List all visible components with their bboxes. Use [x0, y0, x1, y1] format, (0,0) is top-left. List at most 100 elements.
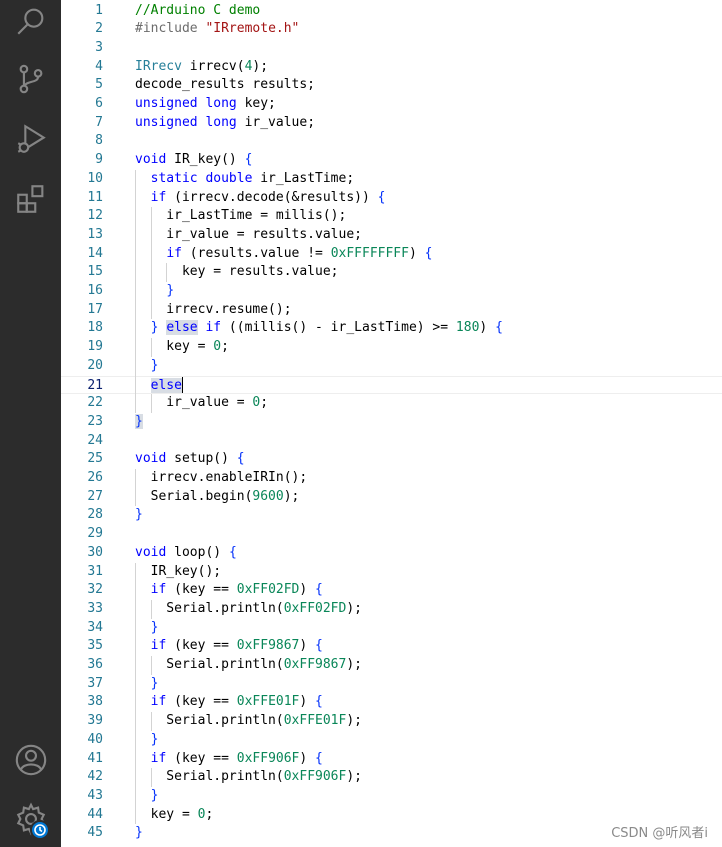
- code-token: else: [150, 377, 182, 393]
- code-line[interactable]: 3: [61, 39, 722, 58]
- code-line[interactable]: 26 irrecv.enableIRIn();: [61, 469, 722, 488]
- code-text: }: [135, 357, 159, 376]
- code-line[interactable]: 9 void IR_key() {: [61, 151, 722, 170]
- code-line[interactable]: 11 if (irrecv.decode(&results)) {: [61, 189, 722, 208]
- code-text: IR_key();: [135, 563, 221, 582]
- line-number: 24: [87, 432, 103, 448]
- code-token: 0xFFE01F: [283, 713, 347, 729]
- code-token: void: [135, 544, 167, 560]
- code-line[interactable]: 2 #include "IRremote.h": [61, 20, 722, 39]
- code-line[interactable]: 35 if (key == 0xFF9867) {: [61, 637, 722, 656]
- code-line[interactable]: 15 key = results.value;: [61, 263, 722, 282]
- code-text: Serial.println(0xFF02FD);: [135, 600, 362, 619]
- line-number: 36: [87, 657, 103, 672]
- code-token: ): [299, 694, 316, 710]
- code-line[interactable]: 39 Serial.println(0xFFE01F);: [61, 712, 722, 731]
- code-editor[interactable]: 1 //Arduino C demo 2 #include "IRremote.h" 3…: [61, 0, 722, 847]
- source-control-icon[interactable]: [12, 60, 50, 98]
- code-line[interactable]: 19 key = 0;: [61, 338, 722, 357]
- line-number: 41: [87, 750, 103, 766]
- code-line[interactable]: 12 ir_LastTime = millis();: [61, 207, 722, 226]
- code-line[interactable]: 27 Serial.begin(9600);: [61, 488, 722, 507]
- code-token: if: [150, 750, 167, 766]
- code-token: {: [236, 451, 245, 467]
- code-line[interactable]: 17 irrecv.resume();: [61, 301, 722, 320]
- code-text: //Arduino C demo: [135, 2, 260, 21]
- code-text: if (irrecv.decode(&results)) {: [135, 189, 386, 208]
- line-number: 27: [87, 488, 103, 504]
- line-number: 7: [95, 114, 103, 130]
- code-line[interactable]: 7 unsigned long ir_value;: [61, 114, 722, 133]
- code-text: if (key == 0xFF9867) {: [135, 637, 323, 656]
- code-line[interactable]: 40 }: [61, 731, 722, 750]
- code-line[interactable]: 41 if (key == 0xFF906F) {: [61, 750, 722, 769]
- code-line[interactable]: 14 if (results.value != 0xFFFFFFFF) {: [61, 245, 722, 264]
- line-number: 4: [95, 58, 103, 74]
- code-token: }: [150, 731, 159, 747]
- code-line[interactable]: 33 Serial.println(0xFF02FD);: [61, 600, 722, 619]
- line-number: 26: [87, 470, 103, 485]
- search-icon[interactable]: [12, 2, 50, 40]
- code-line[interactable]: 1 //Arduino C demo: [61, 2, 722, 21]
- code-token: {: [315, 750, 323, 766]
- code-line[interactable]: 6 unsigned long key;: [61, 95, 722, 114]
- account-icon[interactable]: [12, 741, 50, 779]
- code-line[interactable]: 38 if (key == 0xFFE01F) {: [61, 693, 722, 712]
- code-line[interactable]: 16 }: [61, 282, 722, 301]
- run-debug-icon[interactable]: [12, 120, 50, 158]
- code-line[interactable]: 25 void setup() {: [61, 450, 722, 469]
- code-line[interactable]: 30 void loop() {: [61, 544, 722, 563]
- code-line[interactable]: 23}: [61, 413, 722, 432]
- code-line[interactable]: 32 if (key == 0xFF02FD) {: [61, 581, 722, 600]
- line-number: 17: [87, 301, 103, 317]
- code-token: if: [166, 245, 182, 261]
- code-line[interactable]: 20 }: [61, 357, 722, 376]
- code-token: }: [150, 619, 159, 635]
- line-number: 28: [87, 507, 103, 523]
- code-line[interactable]: 29: [61, 525, 722, 544]
- code-line[interactable]: 5 decode_results results;: [61, 76, 722, 95]
- line-number: 19: [87, 339, 103, 355]
- code-token: ;: [260, 395, 269, 411]
- line-number: 43: [87, 787, 103, 803]
- code-token: key;: [236, 96, 276, 111]
- indent-guide: [150, 207, 152, 320]
- code-line[interactable]: 8: [61, 132, 722, 151]
- code-line[interactable]: 37 }: [61, 675, 722, 694]
- code-token: 9600: [252, 488, 284, 504]
- code-line[interactable]: 24: [61, 432, 722, 451]
- code-line[interactable]: 42 Serial.println(0xFF906F);: [61, 768, 722, 787]
- code-token: //Arduino C demo: [135, 2, 261, 18]
- code-line[interactable]: 22 ir_value = 0;: [61, 394, 722, 413]
- extensions-icon[interactable]: [12, 180, 50, 218]
- code-text: Serial.begin(9600);: [135, 488, 300, 507]
- code-token: }: [166, 283, 175, 298]
- code-line[interactable]: 21 else: [61, 375, 722, 395]
- code-line[interactable]: 10 static double ir_LastTime;: [61, 170, 722, 189]
- code-text: }: [135, 731, 159, 750]
- code-line[interactable]: 34 }: [61, 619, 722, 638]
- code-line[interactable]: 18 } else if ((millis() - ir_LastTime) >…: [61, 319, 722, 338]
- line-number: 34: [87, 619, 103, 635]
- code-token: 0xFF906F: [283, 769, 347, 785]
- code-line[interactable]: 31 IR_key();: [61, 563, 722, 582]
- code-line[interactable]: 4 IRrecv irrecv(4);: [61, 58, 722, 77]
- code-token: Serial.println(: [135, 713, 284, 729]
- code-token: 0xFF02FD: [236, 582, 300, 598]
- code-line[interactable]: 43 }: [61, 787, 722, 806]
- code-token: ): [408, 245, 425, 261]
- code-token: 0xFF906F: [236, 750, 300, 766]
- code-line[interactable]: 13 ir_value = results.value;: [61, 226, 722, 245]
- code-token: ;: [221, 339, 229, 355]
- code-line[interactable]: 28}: [61, 506, 722, 525]
- code-line[interactable]: 36 Serial.println(0xFF9867);: [61, 656, 722, 675]
- code-token: "IRremote.h": [205, 21, 300, 37]
- code-token: );: [346, 769, 362, 785]
